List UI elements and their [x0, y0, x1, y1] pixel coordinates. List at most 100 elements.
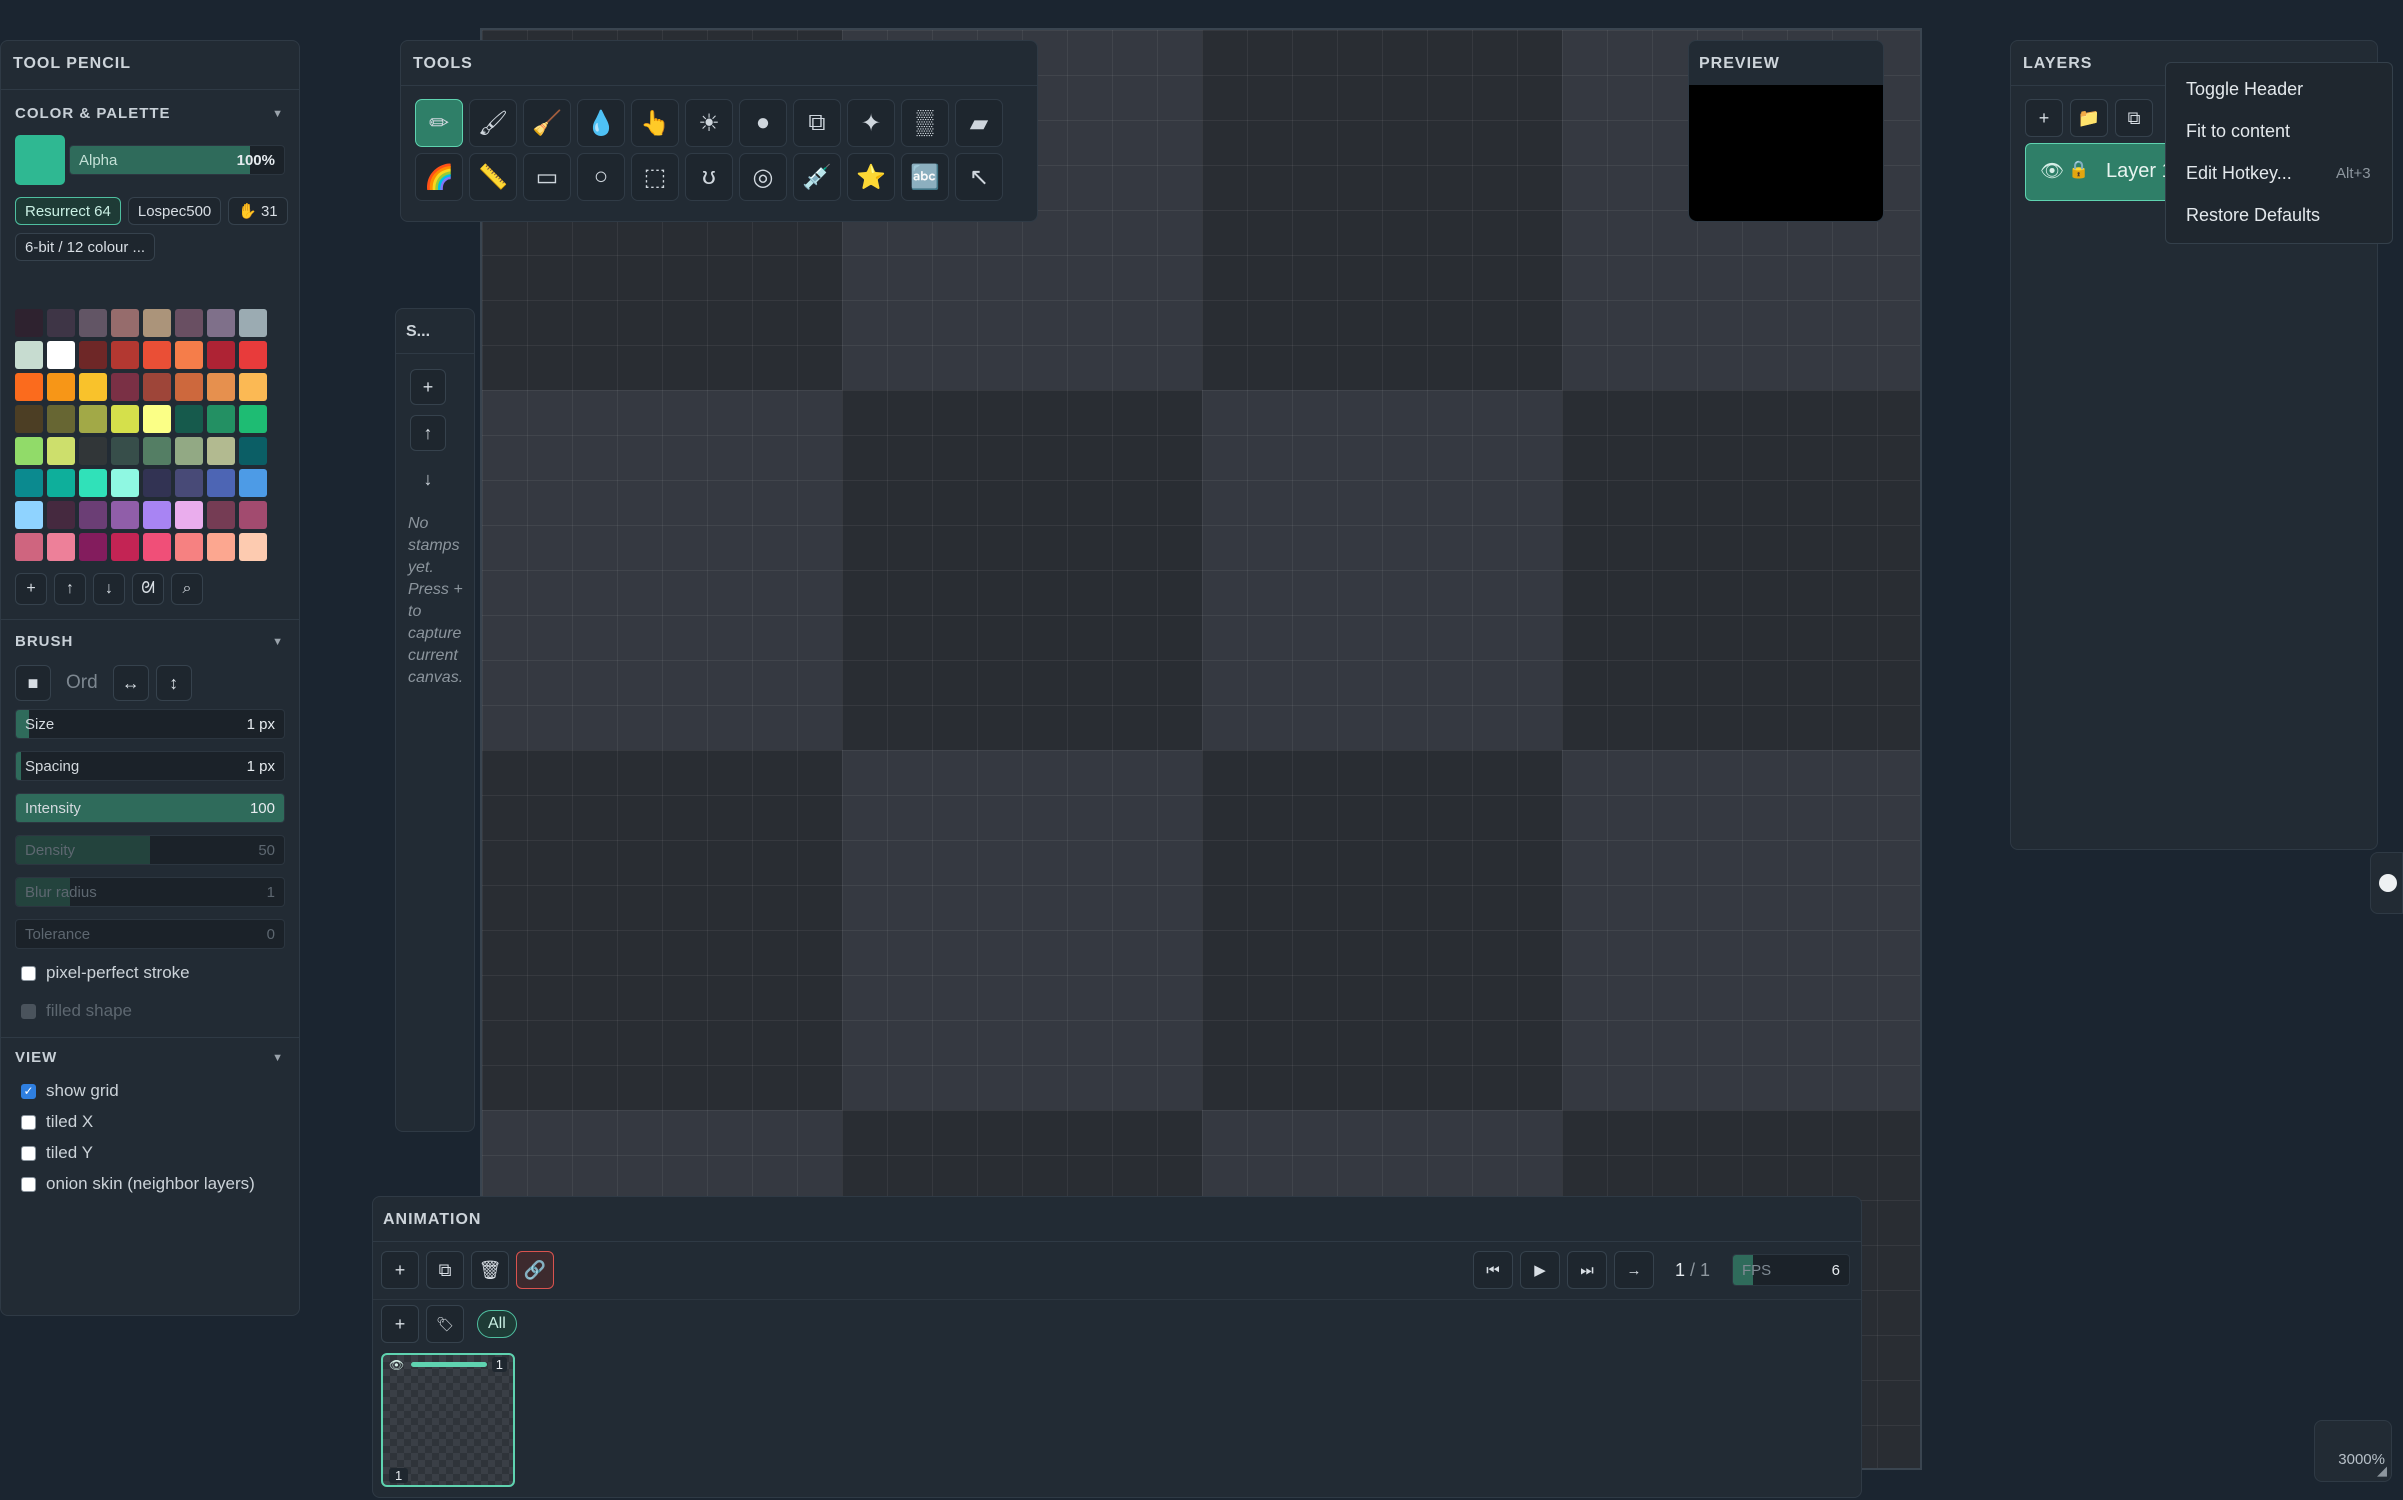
add-stamp-button[interactable]: +: [410, 369, 446, 405]
delete-frame-button[interactable]: 🗑: [471, 1251, 509, 1289]
palette-swatch[interactable]: [143, 341, 171, 369]
palette-tab-lospec[interactable]: Lospec500: [127, 197, 222, 225]
size-slider[interactable]: Size 1 px: [15, 709, 285, 739]
palette-swatch[interactable]: [47, 373, 75, 401]
palette-swatch[interactable]: [79, 533, 107, 561]
add-tag-button[interactable]: +: [381, 1305, 419, 1343]
palette-swatch[interactable]: [79, 469, 107, 497]
palette-tool-button[interactable]: ᘛ: [132, 573, 164, 605]
palette-swatch[interactable]: [175, 373, 203, 401]
palette-swatch[interactable]: [175, 309, 203, 337]
palette-swatch[interactable]: [15, 533, 43, 561]
palette-swatch[interactable]: [239, 341, 267, 369]
palette-swatch[interactable]: [239, 469, 267, 497]
palette-swatch[interactable]: [47, 533, 75, 561]
alpha-slider[interactable]: Alpha 100%: [69, 145, 285, 175]
palette-count-badge[interactable]: ✋ 31: [228, 197, 288, 225]
layer-name[interactable]: Layer 1: [2106, 160, 2173, 183]
palette-swatch[interactable]: [111, 437, 139, 465]
palette-swatch[interactable]: [175, 469, 203, 497]
palette-swatch[interactable]: [47, 341, 75, 369]
color-dot-widget[interactable]: [2370, 852, 2403, 914]
palette-swatch[interactable]: [207, 373, 235, 401]
star-tool-button[interactable]: ⭐: [847, 153, 895, 201]
syringe-tool-button[interactable]: 💉: [793, 153, 841, 201]
checkbox-box[interactable]: [21, 1003, 36, 1019]
collapse-caret-icon[interactable]: ▼: [272, 1052, 283, 1064]
next-frame-button[interactable]: →: [1614, 1251, 1654, 1289]
eraser-tool-button[interactable]: ▰: [955, 99, 1003, 147]
resize-corner-icon[interactable]: ◢: [2377, 1463, 2387, 1479]
intensity-slider[interactable]: Intensity 100: [15, 793, 285, 823]
pencil-tool-button[interactable]: ✏: [415, 99, 463, 147]
palette-swatch[interactable]: [207, 501, 235, 529]
palette-swatch[interactable]: [15, 501, 43, 529]
mirror-x-button[interactable]: ↔: [112, 665, 149, 701]
sparkle-tool-button[interactable]: ✦: [847, 99, 895, 147]
stamp-up-button[interactable]: ↑: [410, 415, 446, 451]
spacing-slider[interactable]: Spacing 1 px: [15, 751, 285, 781]
checkbox-box[interactable]: [21, 1145, 36, 1161]
palette-swatch[interactable]: [175, 341, 203, 369]
pixel-perfect-checkbox[interactable]: pixel-perfect stroke: [21, 963, 190, 983]
palette-swatch[interactable]: [111, 501, 139, 529]
eye-icon[interactable]: 👁: [2040, 159, 2064, 183]
brush-square-button[interactable]: ■: [15, 665, 51, 701]
menu-item-edit-hotkey[interactable]: Edit Hotkey... Alt+3: [2186, 163, 2371, 184]
palette-swatch[interactable]: [143, 501, 171, 529]
palette-swatch[interactable]: [15, 469, 43, 497]
rectangle-tool-button[interactable]: ▭: [523, 153, 571, 201]
duplicate-layer-button[interactable]: ⧉: [2115, 99, 2153, 137]
palette-swatch[interactable]: [111, 533, 139, 561]
palette-swatch[interactable]: [239, 437, 267, 465]
zoom-indicator[interactable]: 3000% ◢: [2314, 1420, 2392, 1482]
palette-swatch[interactable]: [111, 341, 139, 369]
first-frame-button[interactable]: ⏮: [1473, 1251, 1513, 1289]
checkbox-box[interactable]: [21, 1114, 36, 1130]
palette-swatch[interactable]: [79, 501, 107, 529]
lasso-tool-button[interactable]: ʊ: [685, 153, 733, 201]
palette-swatch[interactable]: [207, 437, 235, 465]
sun-tool-button[interactable]: ☀: [685, 99, 733, 147]
link-frame-button[interactable]: 🔗: [516, 1251, 554, 1289]
eye-icon[interactable]: 👁: [389, 1358, 404, 1372]
palette-swatch[interactable]: [239, 405, 267, 433]
palette-swatch[interactable]: [79, 341, 107, 369]
sphere-tool-button[interactable]: ●: [739, 99, 787, 147]
palette-swatch[interactable]: [207, 533, 235, 561]
palette-tab-resurrect[interactable]: Resurrect 64: [15, 197, 121, 225]
palette-swatch[interactable]: [239, 309, 267, 337]
palette-swatch[interactable]: [143, 405, 171, 433]
collapse-caret-icon[interactable]: ▼: [272, 636, 283, 648]
move-color-up-button[interactable]: ↑: [54, 573, 86, 605]
play-button[interactable]: ▶: [1520, 1251, 1560, 1289]
collapse-caret-icon[interactable]: ▼: [272, 108, 283, 120]
arrow-tool-button[interactable]: ↖: [955, 153, 1003, 201]
add-folder-button[interactable]: 📁: [2070, 99, 2108, 137]
palette-swatch[interactable]: [143, 437, 171, 465]
palette-swatch[interactable]: [175, 437, 203, 465]
palette-swatch[interactable]: [15, 341, 43, 369]
palette-swatch[interactable]: [47, 309, 75, 337]
add-frame-button[interactable]: +: [381, 1251, 419, 1289]
dither-tool-button[interactable]: ▒: [901, 99, 949, 147]
palette-swatch[interactable]: [15, 405, 43, 433]
palette-swatch[interactable]: [111, 469, 139, 497]
tag-button[interactable]: 🏷: [426, 1305, 464, 1343]
palette-swatch[interactable]: [47, 437, 75, 465]
duplicate-frame-button[interactable]: ⧉: [426, 1251, 464, 1289]
palette-swatch[interactable]: [207, 309, 235, 337]
tolerance-slider[interactable]: Tolerance 0: [15, 919, 285, 949]
palette-swatch[interactable]: [175, 533, 203, 561]
palette-swatch[interactable]: [143, 533, 171, 561]
brush-tool-button[interactable]: 🖌: [469, 99, 517, 147]
filled-shape-checkbox[interactable]: filled shape: [21, 1001, 132, 1021]
move-color-down-button[interactable]: ↓: [93, 573, 125, 605]
palette-swatch[interactable]: [15, 373, 43, 401]
palette-swatch[interactable]: [79, 373, 107, 401]
palette-swatch[interactable]: [239, 501, 267, 529]
palette-swatch[interactable]: [239, 373, 267, 401]
checkmark-icon[interactable]: ✓: [21, 1083, 36, 1099]
palette-swatch[interactable]: [47, 501, 75, 529]
density-slider[interactable]: Density 50: [15, 835, 285, 865]
